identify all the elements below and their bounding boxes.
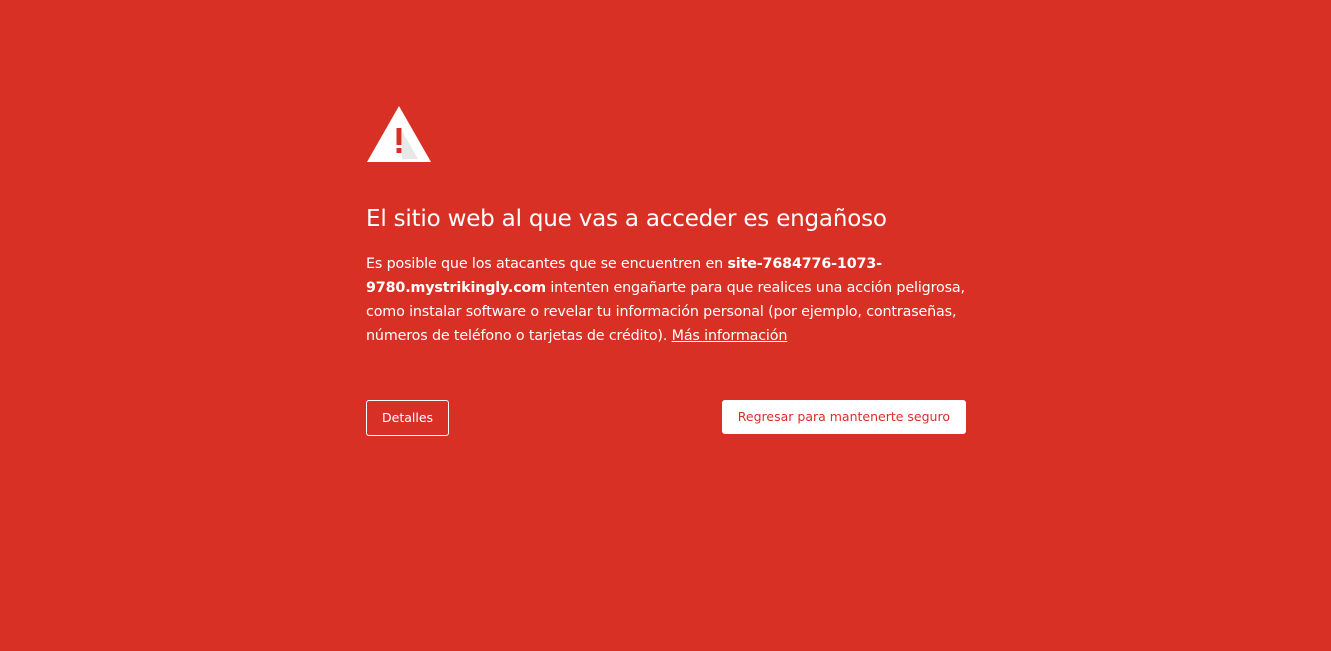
page-title: El sitio web al que vas a acceder es eng…: [366, 206, 887, 232]
safe-browsing-interstitial: El sitio web al que vas a acceder es eng…: [0, 0, 1331, 651]
warning-message: Es posible que los atacantes que se encu…: [366, 252, 966, 348]
learn-more-link[interactable]: Más información: [672, 328, 788, 344]
message-prefix: Es posible que los atacantes que se encu…: [366, 256, 728, 272]
button-row: Detalles Regresar para mantenerte seguro: [366, 400, 966, 436]
warning-triangle-icon: [367, 106, 431, 162]
details-button[interactable]: Detalles: [366, 400, 450, 436]
back-to-safety-button[interactable]: Regresar para mantenerte seguro: [721, 400, 966, 434]
interstitial-content: El sitio web al que vas a acceder es eng…: [366, 104, 966, 436]
